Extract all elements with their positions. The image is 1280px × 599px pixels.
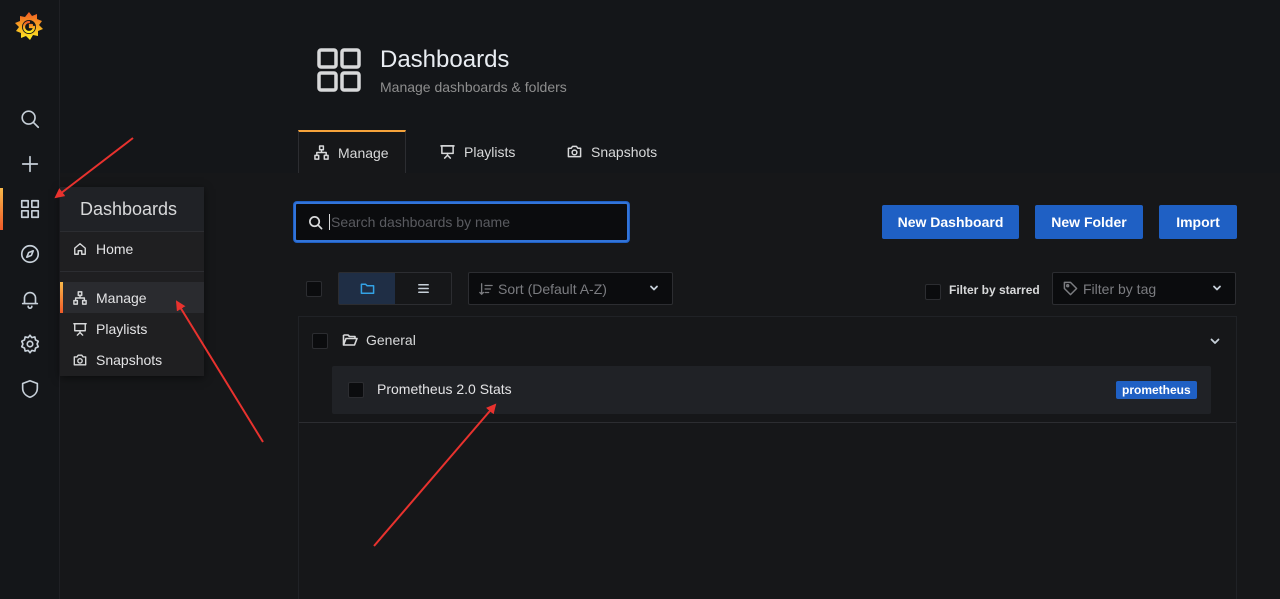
tag-filter-select[interactable]: Filter by tag — [1052, 272, 1236, 305]
search-icon[interactable] — [14, 103, 46, 135]
presentation-icon — [73, 322, 87, 336]
tab-playlists[interactable]: Playlists — [440, 130, 515, 173]
folder-view-button[interactable] — [339, 273, 395, 304]
plus-icon[interactable] — [14, 148, 46, 180]
sidebar-active-indicator — [0, 188, 3, 230]
camera-icon — [567, 145, 582, 158]
dashboards-flyout-menu: Dashboards Home Manage Playlists Snapsho… — [60, 187, 204, 376]
flyout-item-label: Playlists — [96, 320, 148, 337]
folder-name: General — [366, 332, 416, 348]
flyout-title[interactable]: Dashboards — [60, 187, 204, 232]
presentation-icon — [440, 145, 455, 159]
page-header: Dashboards Manage dashboards & folders M… — [60, 0, 1280, 173]
flyout-item-label: Snapshots — [96, 351, 163, 368]
flyout-item-label: Manage — [96, 289, 147, 306]
flyout-item-home[interactable]: Home — [60, 233, 204, 264]
camera-icon — [73, 353, 87, 366]
alerting-icon[interactable] — [14, 283, 46, 315]
dashboards-page-icon — [317, 48, 361, 92]
dashboard-tag[interactable]: prometheus — [1116, 381, 1197, 399]
tag-icon — [1063, 281, 1078, 296]
new-dashboard-button[interactable]: New Dashboard — [882, 205, 1019, 239]
view-mode-toggle — [338, 272, 452, 305]
new-folder-button[interactable]: New Folder — [1035, 205, 1143, 239]
folder-icon — [360, 283, 374, 294]
sort-select[interactable]: Sort (Default A-Z) — [468, 272, 673, 305]
tab-label: Playlists — [464, 143, 516, 160]
page-title: Dashboards — [380, 46, 510, 73]
search-icon — [309, 215, 323, 229]
sitemap-icon — [73, 290, 87, 305]
dashboard-title[interactable]: Prometheus 2.0 Stats — [377, 381, 512, 397]
dashboard-list — [298, 316, 1237, 599]
flyout-item-manage[interactable]: Manage — [60, 282, 204, 313]
chevron-down-icon[interactable] — [1208, 334, 1222, 348]
search-input[interactable] — [329, 214, 609, 230]
flyout-item-playlists[interactable]: Playlists — [60, 313, 204, 344]
sidebar — [0, 0, 60, 599]
filter-starred-checkbox[interactable] — [925, 284, 941, 300]
tab-snapshots[interactable]: Snapshots — [567, 130, 657, 173]
page-subtitle: Manage dashboards & folders — [380, 79, 567, 95]
dashboard-checkbox[interactable] — [348, 382, 364, 398]
list-icon — [417, 284, 429, 293]
chevron-down-icon — [650, 285, 658, 291]
flyout-item-snapshots[interactable]: Snapshots — [60, 344, 204, 375]
flyout-divider — [60, 271, 204, 272]
folder-checkbox[interactable] — [312, 333, 328, 349]
search-box[interactable] — [294, 202, 629, 242]
import-button[interactable]: Import — [1159, 205, 1237, 239]
filter-starred-label: Filter by starred — [949, 283, 1040, 297]
tag-filter-placeholder: Filter by tag — [1083, 280, 1157, 297]
grafana-app: Dashboards Manage dashboards & folders M… — [0, 0, 1280, 599]
folder-header[interactable]: General — [342, 332, 416, 348]
tab-label: Manage — [338, 144, 389, 161]
list-view-button[interactable] — [395, 273, 451, 304]
select-all-checkbox[interactable] — [306, 281, 322, 297]
tab-manage[interactable]: Manage — [298, 130, 406, 173]
folder-open-icon — [342, 334, 358, 346]
dashboards-icon[interactable] — [14, 193, 46, 225]
sort-select-value: Sort (Default A-Z) — [498, 280, 607, 297]
server-admin-icon[interactable] — [14, 373, 46, 405]
tab-label: Snapshots — [591, 143, 658, 160]
explore-icon[interactable] — [14, 238, 46, 270]
flyout-item-label: Home — [96, 240, 134, 257]
configuration-icon[interactable] — [14, 328, 46, 360]
sort-icon — [479, 282, 493, 295]
grafana-logo[interactable] — [11, 9, 47, 45]
home-icon — [74, 242, 86, 255]
sitemap-icon — [314, 145, 329, 160]
chevron-down-icon — [1213, 285, 1221, 291]
